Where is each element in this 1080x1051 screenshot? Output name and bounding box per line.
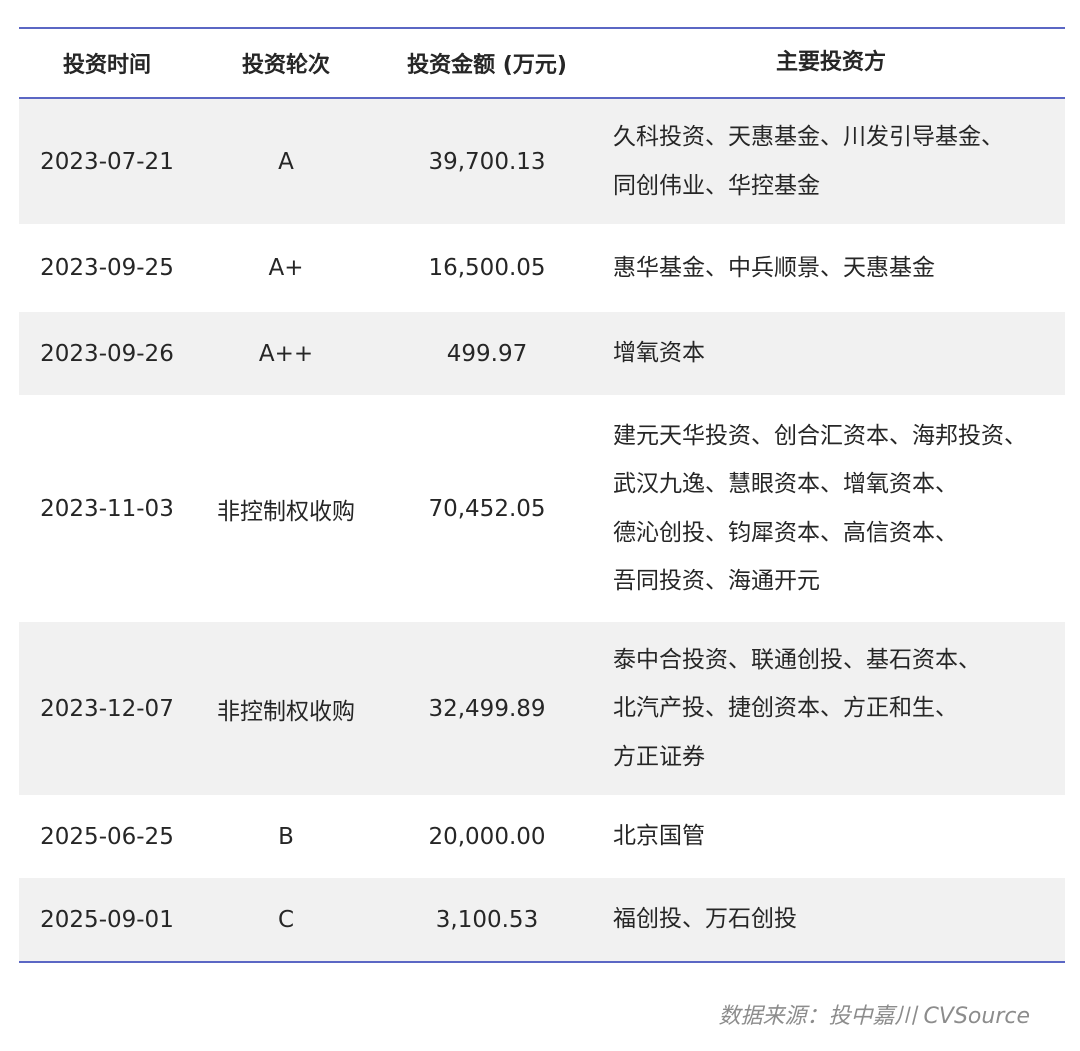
investor-line: 吾同投资、海通开元: [613, 568, 820, 594]
table-row: 2023-12-07 非控制权收购 32,499.89 泰中合投资、联通创投、基…: [19, 622, 1065, 795]
investor-line: 建元天华投资、创合汇资本、海邦投资、: [613, 422, 1027, 449]
cell-amount: 32,499.89: [428, 695, 546, 722]
cell-investors: 增氧资本: [597, 329, 1065, 378]
table-row: 2025-09-01 C 3,100.53 福创投、万石创投: [19, 878, 1065, 961]
table-row: 2023-07-21 A 39,700.13 久科投资、天惠基金、川发引导基金、…: [19, 99, 1065, 224]
cell-investors: 建元天华投资、创合汇资本、海邦投资、 武汉九逸、慧眼资本、增氧资本、 德沁创投、…: [597, 412, 1065, 606]
investor-line: 增氧资本: [613, 340, 705, 367]
cell-investors: 泰中合投资、联通创投、基石资本、 北汽产投、捷创资本、方正和生、 方正证券: [597, 636, 1065, 782]
investor-line: 惠华基金、中兵顺景、天惠基金: [613, 254, 935, 281]
cell-round: 非控制权收购: [217, 698, 355, 725]
investor-line: 福创投、万石创投: [613, 906, 797, 933]
cell-investors: 惠华基金、中兵顺景、天惠基金: [597, 244, 1065, 293]
investor-line: 北汽产投、捷创资本、方正和生、: [613, 695, 958, 722]
cell-round: C: [277, 906, 295, 933]
table-row: 2023-09-25 A+ 16,500.05 惠华基金、中兵顺景、天惠基金: [19, 224, 1065, 312]
table-row: 2023-09-26 A++ 499.97 增氧资本: [19, 312, 1065, 395]
cell-date: 2025-06-25: [40, 823, 174, 850]
table-header: 投资时间 投资轮次 投资金额 (万元) 主要投资方: [19, 29, 1065, 97]
cell-round: A++: [258, 340, 314, 367]
cell-amount: 499.97: [446, 340, 528, 367]
investor-line: 方正证券: [613, 743, 705, 770]
cell-round: A: [278, 148, 294, 175]
cell-date: 2023-12-07: [40, 695, 174, 722]
cell-date: 2023-07-21: [40, 148, 174, 175]
header-round: 投资轮次: [241, 53, 330, 78]
cell-date: 2025-09-01: [40, 906, 174, 933]
investor-line: 德沁创投、钧犀资本、高信资本、: [613, 519, 958, 546]
cell-date: 2023-09-26: [40, 340, 174, 367]
header-amount: 投资金额 (万元): [407, 53, 567, 78]
investor-line: 泰中合投资、联通创投、基石资本、: [613, 646, 981, 673]
cell-round: A+: [268, 255, 304, 281]
investor-line: 北京国管: [613, 823, 705, 850]
header-investors: 主要投资方: [775, 49, 886, 75]
table-row: 2025-06-25 B 20,000.00 北京国管: [19, 795, 1065, 878]
cell-round: B: [278, 823, 294, 850]
cell-amount: 39,700.13: [428, 148, 546, 175]
table-bottom-rule: [19, 961, 1065, 963]
cell-amount: 20,000.00: [428, 823, 546, 850]
investor-line: 久科投资、天惠基金、川发引导基金、: [613, 124, 1004, 150]
cell-round: 非控制权收购: [217, 498, 355, 525]
cell-date: 2023-09-25: [40, 255, 174, 281]
cell-date: 2023-11-03: [40, 495, 174, 522]
cell-investors: 福创投、万石创投: [597, 895, 1065, 944]
cell-amount: 70,452.05: [428, 495, 546, 522]
cell-amount: 16,500.05: [428, 255, 546, 281]
table-body: 2023-07-21 A 39,700.13 久科投资、天惠基金、川发引导基金、…: [19, 99, 1065, 961]
table-row: 2023-11-03 非控制权收购 70,452.05 建元天华投资、创合汇资本…: [19, 395, 1065, 622]
financing-table: 投资时间 投资轮次 投资金额 (万元) 主要投资方 2023-07-21 A 3…: [19, 27, 1065, 963]
cell-investors: 北京国管: [597, 812, 1065, 861]
source-note: 数据来源：投中嘉川 CVSource: [718, 1004, 1030, 1029]
header-date: 投资时间: [62, 53, 151, 78]
investor-line: 同创伟业、华控基金: [613, 172, 820, 199]
cell-investors: 久科投资、天惠基金、川发引导基金、 同创伟业、华控基金: [597, 113, 1065, 210]
cell-amount: 3,100.53: [435, 906, 539, 933]
investor-line: 武汉九逸、慧眼资本、增氧资本、: [613, 471, 958, 497]
